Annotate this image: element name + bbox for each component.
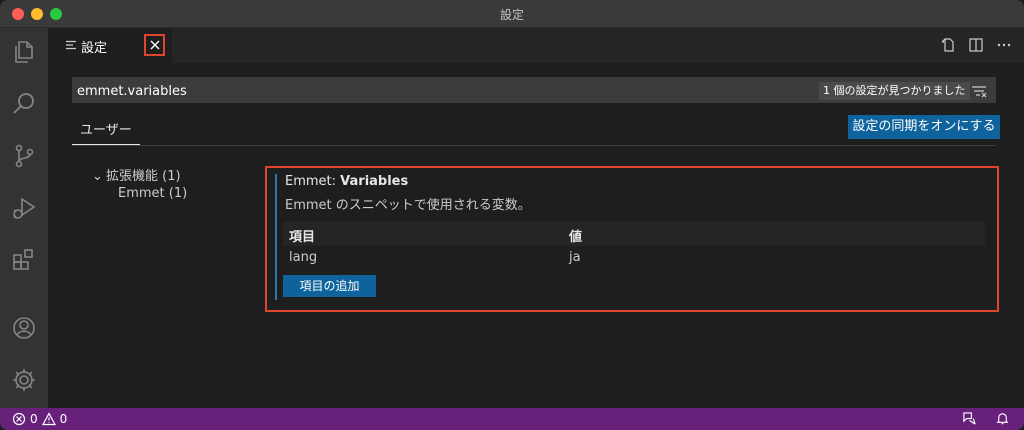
row-value: ja: [569, 250, 581, 265]
column-header-value: 値: [569, 230, 583, 245]
toc-extensions[interactable]: ⌄ 拡張機能 (1): [92, 165, 181, 184]
editor-actions: [940, 37, 1012, 53]
turn-on-settings-sync-button[interactable]: 設定の同期をオンにする: [848, 115, 1000, 139]
variables-table-header: 項目 値: [283, 222, 985, 246]
tab-label: 設定: [81, 41, 108, 56]
editor-tab-bar: 設定: [48, 28, 1024, 63]
warning-count: 0: [59, 412, 68, 426]
settings-search-box: 1 個の設定が見つかりました: [72, 77, 996, 103]
setting-description: Emmet のスニペットで使用される変数。: [285, 198, 531, 213]
tab-close-button[interactable]: [144, 34, 165, 56]
settings-search-input[interactable]: [77, 82, 777, 100]
tab-settings[interactable]: 設定: [48, 28, 172, 63]
title-bar: 設定: [0, 0, 1024, 28]
table-row[interactable]: lang ja: [283, 247, 985, 269]
add-item-button[interactable]: 項目の追加: [283, 275, 376, 297]
vscode-window: 設定 設定 emmet.variables 1 個の設定が見つかりました ユーザ…: [0, 0, 1024, 430]
error-icon: [12, 412, 26, 426]
settings-file-icon: [66, 40, 76, 50]
source-control-icon[interactable]: [10, 142, 38, 170]
setting-title: Emmet: Variables: [285, 174, 408, 189]
close-icon: [150, 40, 159, 50]
status-bar: 0 0: [0, 408, 1024, 430]
open-settings-json-icon[interactable]: [940, 37, 956, 53]
warning-icon: [41, 412, 56, 426]
account-icon[interactable]: [10, 314, 38, 342]
feedback-icon[interactable]: [962, 411, 977, 426]
setting-category: Emmet:: [285, 174, 341, 189]
run-debug-icon[interactable]: [10, 194, 38, 222]
setting-focus-bar: [275, 174, 277, 300]
setting-name: Variables: [340, 174, 409, 189]
split-editor-icon[interactable]: [968, 37, 984, 53]
notifications-bell-icon[interactable]: [995, 411, 1010, 426]
toc-emmet[interactable]: Emmet (1): [118, 186, 187, 201]
scope-tab-user[interactable]: ユーザー: [72, 119, 140, 145]
error-count: 0: [30, 412, 38, 426]
column-header-key: 項目: [289, 230, 316, 245]
search-result-count: 1 個の設定が見つかりました: [819, 82, 970, 100]
extensions-icon[interactable]: [10, 246, 38, 274]
manage-gear-icon[interactable]: [10, 366, 38, 394]
window-title: 設定: [499, 8, 524, 22]
explorer-icon[interactable]: [10, 38, 38, 66]
search-icon[interactable]: [10, 90, 38, 118]
more-actions-icon[interactable]: [996, 37, 1012, 53]
problems-status[interactable]: 0 0: [12, 411, 67, 427]
toc-extensions-label: 拡張機能 (1): [106, 169, 181, 184]
status-right-items: [962, 411, 1010, 426]
chevron-down-icon: ⌄: [92, 169, 103, 184]
activity-bar: [0, 28, 48, 408]
clear-filter-icon[interactable]: [971, 83, 987, 99]
header-divider: [72, 145, 996, 146]
row-key: lang: [289, 250, 318, 265]
